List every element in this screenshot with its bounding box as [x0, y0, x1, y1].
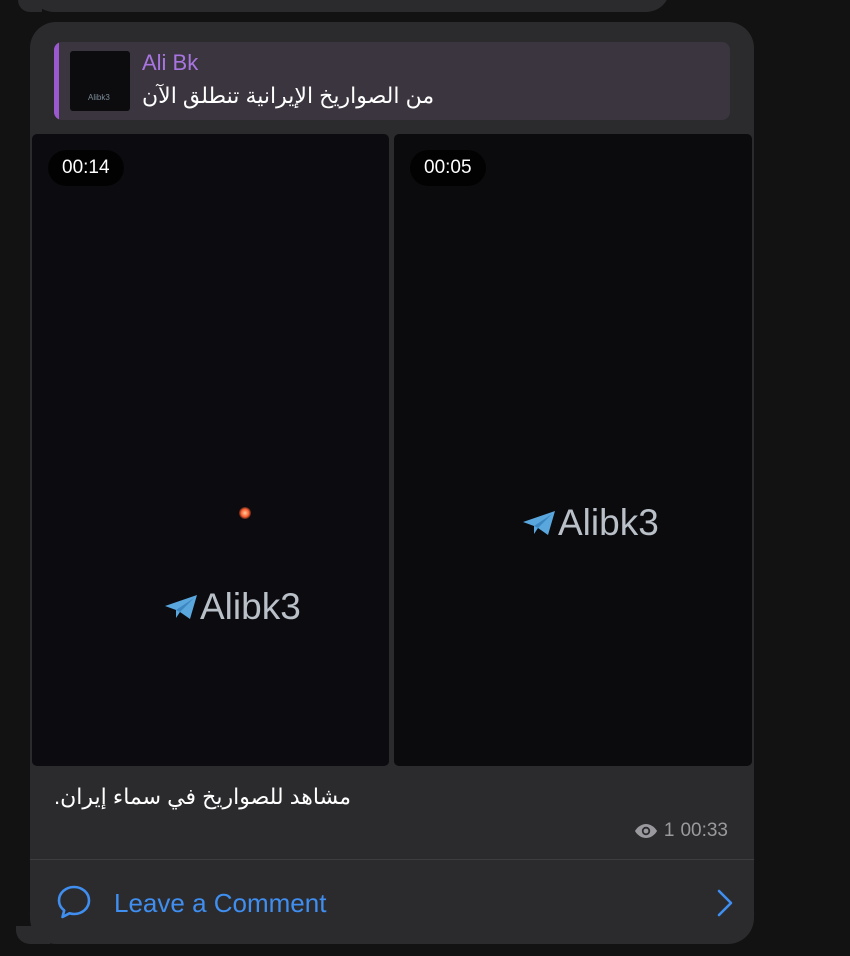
- reply-thumbnail: Alibk3: [70, 51, 130, 111]
- video-2[interactable]: 00:05 Alibk3: [394, 134, 752, 766]
- reply-text: من الصواريخ الإيرانية تنطلق الآن: [142, 83, 435, 108]
- message-meta: 1 00:33: [634, 820, 728, 842]
- video-1-duration: 00:14: [48, 150, 124, 186]
- message-caption: مشاهد للصواريخ في سماء إيران.: [54, 784, 352, 809]
- message-bubble: Alibk3 Ali Bk من الصواريخ الإيرانية تنطل…: [30, 22, 754, 944]
- comment-bubble-icon: [57, 885, 91, 919]
- leave-comment-button[interactable]: Leave a Comment: [30, 860, 754, 944]
- eye-icon: [634, 824, 657, 838]
- reply-thumbnail-watermark: Alibk3: [88, 93, 110, 102]
- video-1-watermark: Alibk3: [164, 586, 301, 628]
- video-1-watermark-text: Alibk3: [200, 586, 301, 627]
- reply-accent-bar: [54, 42, 59, 120]
- video-2-watermark: Alibk3: [522, 502, 659, 544]
- paper-plane-icon: [165, 595, 197, 619]
- previous-message-bubble: [30, 0, 670, 12]
- leave-comment-label: Leave a Comment: [114, 888, 327, 918]
- missile-light: [239, 507, 251, 519]
- video-1[interactable]: 00:14 Alibk3: [32, 134, 389, 766]
- chevron-right-icon: [717, 889, 733, 917]
- video-2-watermark-text: Alibk3: [558, 502, 659, 543]
- reply-quote[interactable]: Alibk3 Ali Bk من الصواريخ الإيرانية تنطل…: [54, 42, 730, 120]
- view-count: 1: [663, 820, 675, 841]
- previous-message-tail: [18, 0, 42, 12]
- message-time: 00:33: [680, 820, 728, 841]
- video-2-duration: 00:05: [410, 150, 486, 186]
- reply-author: Ali Bk: [142, 50, 199, 75]
- paper-plane-icon: [523, 511, 555, 535]
- message-bubble-tail: [16, 926, 50, 944]
